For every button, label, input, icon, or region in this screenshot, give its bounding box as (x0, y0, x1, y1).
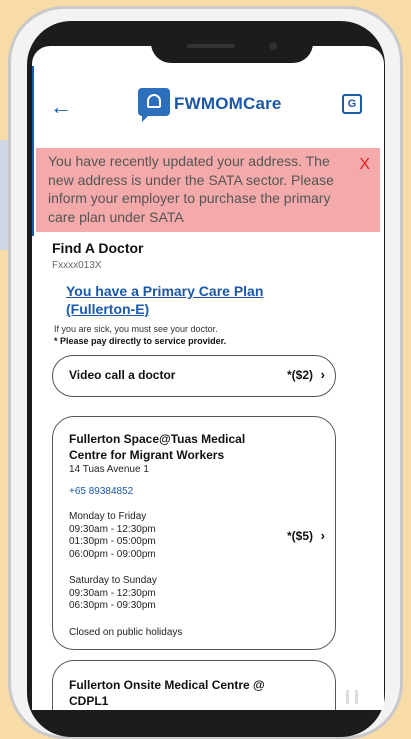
doctor-chat-logo-icon (138, 88, 170, 122)
alert-message: You have recently updated your address. … (48, 153, 334, 225)
holiday-note: Closed on public holidays (69, 627, 183, 638)
chevron-right-icon: › (320, 367, 325, 382)
clinic-name: Fullerton Onsite Medical Centre @ CDPL1 (69, 678, 265, 708)
page-title: Find A Doctor (52, 240, 144, 256)
alert-close-button[interactable]: X (359, 156, 370, 175)
front-camera (269, 42, 277, 50)
app-screen: ← FWMOMCare G You have recently updated … (32, 46, 384, 710)
clinic-card[interactable]: Fullerton Space@Tuas Medical Centre for … (52, 416, 336, 650)
chevron-right-icon: › (320, 528, 325, 543)
clinic-address: 14 Tuas Avenue 1 (69, 464, 149, 475)
weekend-slot: 06:30pm - 09:30pm (69, 600, 156, 611)
sick-note: If you are sick, you must see your docto… (54, 324, 218, 334)
video-call-label: Video call a doctor (69, 368, 176, 382)
back-arrow-icon[interactable]: ← (50, 94, 72, 120)
background-panel (0, 140, 8, 250)
pause-icon (346, 690, 358, 704)
clinic-name: Fullerton Space@Tuas Medical Centre for … (69, 432, 246, 462)
weekday-label: Monday to Friday (69, 511, 147, 522)
app-title: FWMOMCare (174, 94, 282, 113)
translate-icon[interactable]: G (342, 94, 362, 114)
clinic-fee: *($5) (286, 529, 313, 543)
clinic-card[interactable]: Fullerton Onsite Medical Centre @ CDPL1 (52, 660, 336, 710)
pay-note: * Please pay directly to service provide… (54, 336, 227, 346)
app-header: ← FWMOMCare G (32, 86, 384, 126)
fin-number: Fxxxx013X (52, 260, 102, 271)
speaker-grille (187, 44, 235, 48)
primary-care-plan-link[interactable]: You have a Primary Care Plan (Fullerton-… (66, 282, 296, 318)
weekday-slot: 09:30am - 12:30pm (69, 523, 156, 535)
weekday-slot: 06:00pm - 09:00pm (69, 548, 156, 560)
video-call-fee: *($2) (286, 368, 313, 382)
logo-figure (147, 94, 161, 108)
address-alert: You have recently updated your address. … (36, 148, 380, 232)
weekend-label: Saturday to Sunday (69, 575, 157, 586)
weekend-slot: 09:30am - 12:30pm (69, 587, 156, 599)
phone-notch (151, 27, 313, 63)
weekday-slot: 01:30pm - 05:00pm (69, 536, 156, 547)
video-call-button[interactable]: Video call a doctor *($2) › (52, 355, 336, 397)
clinic-phone-link[interactable]: +65 89384852 (69, 486, 133, 497)
